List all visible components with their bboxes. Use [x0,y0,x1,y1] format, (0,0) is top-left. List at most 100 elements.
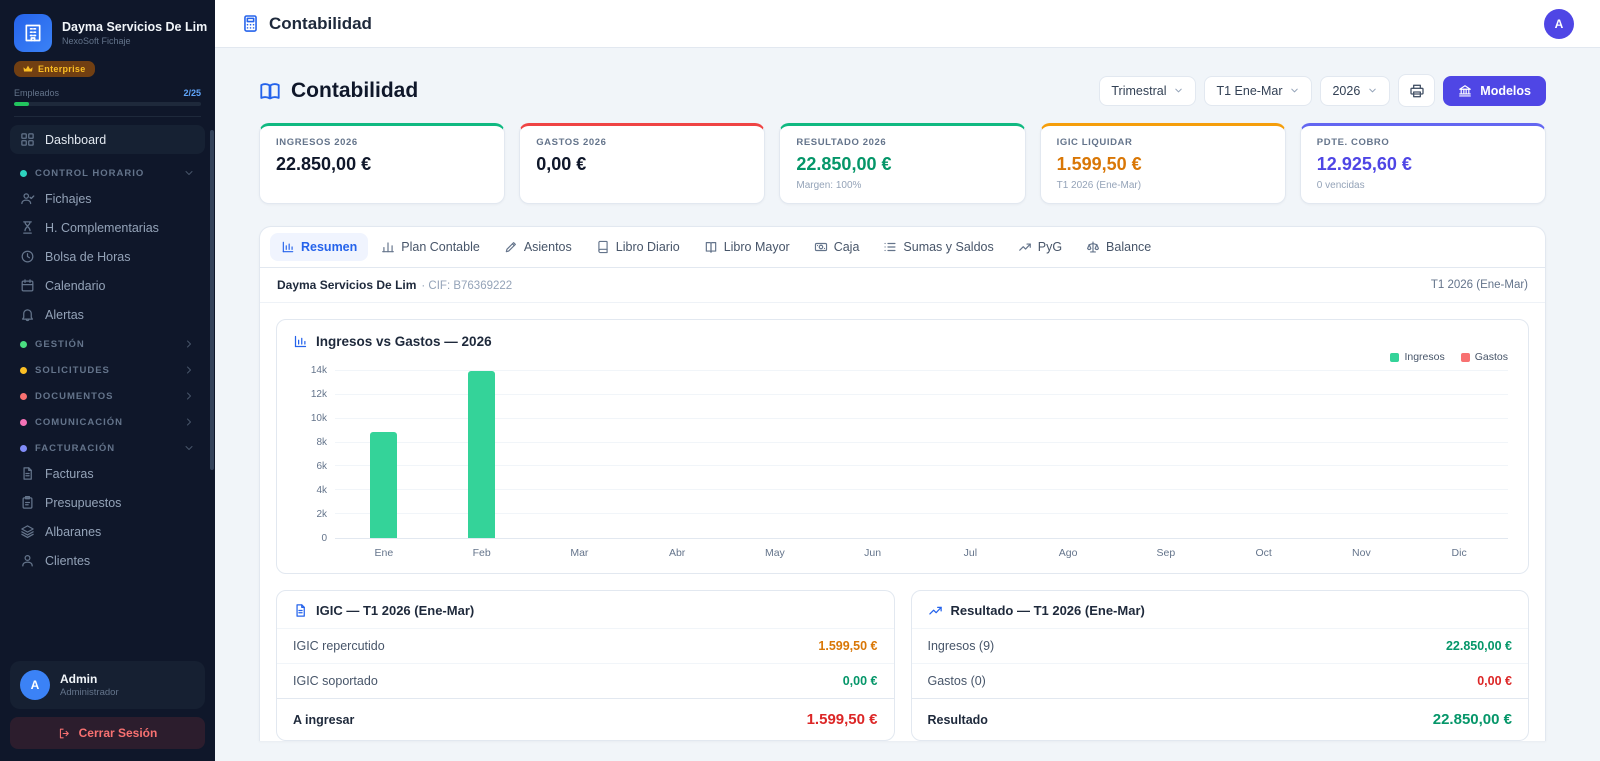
tab-caja[interactable]: Caja [803,233,871,261]
chevron-right-icon [183,364,195,376]
tab-resumen[interactable]: Resumen [270,233,368,261]
granularity-select[interactable]: Trimestral [1099,76,1196,106]
bar-chart: 02k4k6k8k10k12k14k EneFebMarAbrMayJunJul… [297,371,1508,563]
tab-libro-mayor[interactable]: Libro Mayor [693,233,801,261]
y-tick-label: 6k [316,461,327,472]
trial-balance-icon [883,240,897,254]
sidebar-item-calendario[interactable]: Calendario [10,271,205,300]
info-bar: Dayma Servicios De Lim· CIF: B76369222 T… [260,268,1545,303]
sidebar-item-bolsa-de-horas[interactable]: Bolsa de Horas [10,242,205,271]
employees-count: 2/25 [183,88,201,98]
chevron-right-icon [183,416,195,428]
pyg-icon [1018,240,1032,254]
sidebar-section-facturacio-n[interactable]: FACTURACIÓN [10,433,205,459]
year-select[interactable]: 2026 [1320,76,1390,106]
employees-progressbar [14,102,201,106]
page-header: Contabilidad Trimestral T1 Ene-Mar 2026 [259,74,1546,107]
sidebar-item-albaranes[interactable]: Albaranes [10,517,205,546]
summary-icon [281,240,295,254]
stat-card-igic-liquidar: IGIC LIQUIDAR1.599,50 €T1 2026 (Ene-Mar) [1040,123,1286,204]
logout-button[interactable]: Cerrar Sesión [10,717,205,749]
bar-group-feb [433,371,531,538]
section-label: SOLICITUDES [35,365,110,376]
plot-area [335,371,1508,539]
company-cif: Dayma Servicios De Lim· CIF: B76369222 [277,278,512,292]
sidebar-section-solicitudes[interactable]: SOLICITUDES [10,355,205,381]
printer-icon [1409,83,1425,99]
tab-sumas-y-saldos[interactable]: Sumas y Saldos [872,233,1004,261]
sidebar-scrollbar[interactable] [210,130,214,470]
sidebar-item-presupuestos[interactable]: Presupuestos [10,488,205,517]
chevron-right-icon [183,390,195,402]
tab-pyg[interactable]: PyG [1007,233,1073,261]
y-tick-label: 12k [311,389,327,400]
topbar-avatar[interactable]: A [1544,9,1574,39]
tab-asientos[interactable]: Asientos [493,233,583,261]
sidebar-section-comunicacio-n[interactable]: COMUNICACIÓN [10,407,205,433]
x-tick-label: Feb [433,539,531,563]
plan-badge: Enterprise [14,61,95,77]
models-button[interactable]: Modelos [1443,76,1546,106]
sidebar-item-h-complementarias[interactable]: H. Complementarias [10,213,205,242]
tab-label: Sumas y Saldos [903,240,993,254]
summary-card-resultado-t1-2026-ene-mar: Resultado — T1 2026 (Ene-Mar)Ingresos (9… [911,590,1530,741]
bell-icon [20,307,35,322]
x-tick-label: Jun [824,539,922,563]
year-value: 2026 [1332,84,1360,98]
sidebar-item-label: Facturas [45,467,94,481]
page-title-label: Contabilidad [291,79,418,103]
sidebar-section-gestio-n[interactable]: GESTIÓN [10,329,205,355]
sidebar-item-label: Albaranes [45,525,101,539]
tab-label: Asientos [524,240,572,254]
sidebar-item-fichajes[interactable]: Fichajes [10,184,205,213]
sidebar-item-label: H. Complementarias [45,221,159,235]
sidebar-item-facturas[interactable]: Facturas [10,459,205,488]
stat-value: 0,00 € [536,154,748,175]
stat-subtext: Margen: 100% [796,180,1008,191]
section-label: CONTROL HORARIO [35,168,144,179]
tab-label: Balance [1106,240,1151,254]
stat-label: INGRESOS 2026 [276,137,488,148]
hourglass-icon [20,220,35,235]
tab-label: Libro Diario [616,240,680,254]
summary-card-title-label: IGIC — T1 2026 (Ene-Mar) [316,603,474,618]
sidebar-section-control-horario[interactable]: CONTROL HORARIO [10,158,205,184]
x-axis: EneFebMarAbrMayJunJulAgoSepOctNovDic [335,539,1508,563]
chevron-down-icon [1367,85,1378,96]
chart-accounts-icon [381,240,395,254]
print-button[interactable] [1398,74,1435,107]
bar-group-oct [1215,371,1313,538]
summary-card-title: IGIC — T1 2026 (Ene-Mar) [277,591,894,628]
app-logo [14,14,52,52]
total-label: A ingresar [293,713,354,727]
sidebar-item-clientes[interactable]: Clientes [10,546,205,575]
sidebar-section-documentos[interactable]: DOCUMENTOS [10,381,205,407]
sidebar-item-label: Bolsa de Horas [45,250,130,264]
period-select[interactable]: T1 Ene-Mar [1204,76,1312,106]
user-card[interactable]: A Admin Administrador [10,661,205,709]
tab-label: Plan Contable [401,240,480,254]
tab-libro-diario[interactable]: Libro Diario [585,233,691,261]
tab-plan-contable[interactable]: Plan Contable [370,233,491,261]
summary-cards: IGIC — T1 2026 (Ene-Mar)IGIC repercutido… [276,590,1529,741]
logout-label: Cerrar Sesión [79,726,158,740]
tab-balance[interactable]: Balance [1075,233,1162,261]
legend-item-gastos: Gastos [1461,351,1508,363]
sidebar-item-alertas[interactable]: Alertas [10,300,205,329]
stat-card-gastos-2026: GASTOS 20260,00 € [519,123,765,204]
page-title: Contabilidad [259,79,418,103]
legend-label: Ingresos [1404,351,1444,363]
journal-icon [596,240,610,254]
section-dot [20,341,27,348]
x-tick-label: Sep [1117,539,1215,563]
topbar-title: Contabilidad [241,14,372,34]
stat-subtext: T1 2026 (Ene-Mar) [1057,180,1269,191]
balance-icon [1086,240,1100,254]
stat-label: RESULTADO 2026 [796,137,1008,148]
page-controls: Trimestral T1 Ene-Mar 2026 Modelos [1099,74,1546,107]
building-icon [23,23,43,43]
sidebar-item-dashboard[interactable]: Dashboard [10,125,205,154]
x-tick-label: Dic [1410,539,1508,563]
bar-group-dic [1410,371,1508,538]
chart-card: Ingresos vs Gastos — 2026 IngresosGastos… [276,319,1529,574]
